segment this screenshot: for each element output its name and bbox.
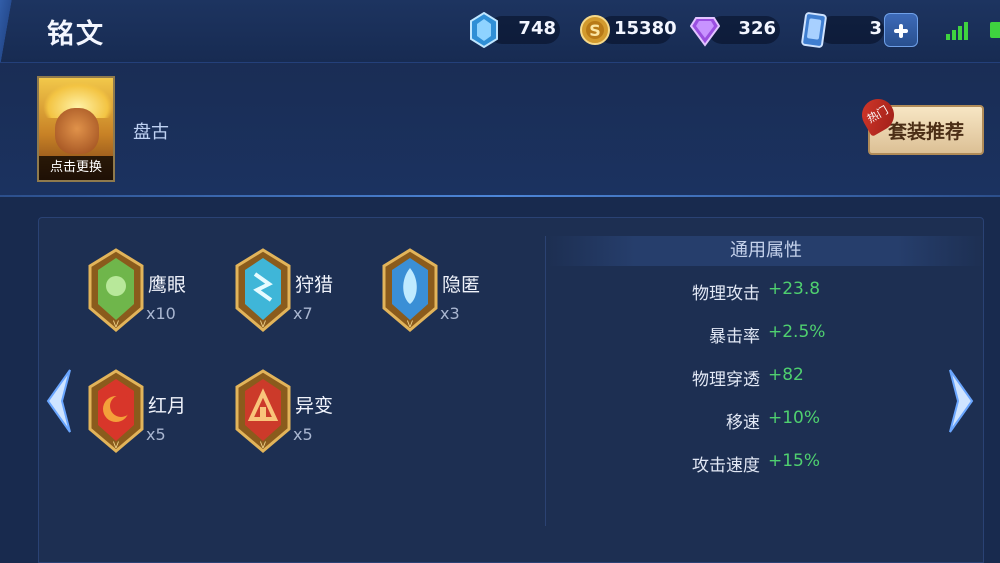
svg-text:V: V	[260, 320, 267, 330]
hunt-rune-icon: V	[235, 248, 291, 332]
rune-count: x5	[293, 425, 313, 444]
attribute-row: 物理穿透	[600, 365, 760, 390]
hero-face	[55, 108, 99, 154]
diamond-value: 748	[518, 18, 556, 39]
rune-name: 狩猎	[295, 274, 334, 296]
resource-card: 3	[800, 12, 884, 48]
gold-coin-icon: S	[580, 15, 610, 45]
attribute-name: 移速	[726, 413, 760, 433]
rune-count: x5	[146, 425, 166, 444]
rune-item-mutation[interactable]: V 异变 x5	[235, 369, 355, 455]
gold-value: 15380	[614, 18, 677, 39]
gem-value: 326	[738, 18, 776, 39]
red-moon-rune-icon: V	[88, 369, 144, 453]
rune-count: x10	[146, 304, 176, 323]
attribute-value-row: +82	[768, 365, 888, 389]
battery-icon	[990, 22, 1000, 38]
attribute-value-row: +2.5%	[768, 322, 888, 346]
rune-item-hawkeye[interactable]: V 鹰眼 x10	[88, 248, 208, 334]
card-icon	[801, 12, 827, 48]
stealth-rune-icon: V	[382, 248, 438, 332]
attributes-title: 通用属性	[548, 236, 984, 266]
hawkeye-rune-icon: V	[88, 248, 144, 332]
chevron-left-icon[interactable]	[40, 366, 76, 436]
attribute-row: 暴击率	[600, 322, 760, 347]
hero-row: 点击更换 盘古 套装推荐 热门	[0, 63, 1000, 197]
signal-icon	[946, 22, 968, 40]
attribute-value: +2.5%	[768, 322, 826, 342]
top-bar: 铭文 748 S 15380 326 3	[0, 0, 1000, 63]
attribute-name: 物理穿透	[692, 370, 760, 390]
attribute-value-row: +15%	[768, 451, 888, 475]
rune-count: x7	[293, 304, 313, 323]
purple-gem-icon	[690, 17, 720, 47]
svg-text:V: V	[407, 320, 414, 330]
attribute-row: 攻击速度	[600, 451, 760, 476]
hero-name: 盘古	[133, 122, 169, 143]
rune-name: 鹰眼	[148, 274, 187, 296]
rune-name: 异变	[295, 395, 334, 417]
attribute-row: 移速	[600, 408, 760, 433]
attribute-row: 物理攻击	[600, 279, 760, 304]
back-decoration[interactable]	[0, 0, 18, 62]
attribute-name: 暴击率	[709, 327, 760, 347]
add-card-button[interactable]	[884, 13, 918, 47]
panel-divider	[545, 236, 546, 526]
rune-name: 红月	[148, 395, 187, 417]
rune-item-hunt[interactable]: V 狩猎 x7	[235, 248, 355, 334]
attribute-value-row: +23.8	[768, 279, 888, 303]
attribute-name: 物理攻击	[692, 284, 760, 304]
resource-diamond: 748	[470, 12, 560, 48]
svg-text:S: S	[589, 21, 601, 40]
attribute-value-row: +10%	[768, 408, 888, 432]
diamond-icon	[470, 12, 498, 48]
rune-item-redmoon[interactable]: V 红月 x5	[88, 369, 208, 455]
resource-gem: 326	[690, 12, 780, 48]
attribute-value: +23.8	[768, 279, 821, 299]
resource-gold: S 15380	[580, 12, 677, 48]
chevron-right-icon[interactable]	[944, 366, 980, 436]
attribute-value: +15%	[768, 451, 821, 471]
svg-text:V: V	[113, 320, 120, 330]
svg-text:V: V	[113, 441, 120, 451]
hero-avatar[interactable]: 点击更换	[37, 76, 115, 182]
rune-item-stealth[interactable]: V 隐匿 x3	[382, 248, 502, 334]
attribute-name: 攻击速度	[692, 456, 760, 476]
attribute-value: +82	[768, 365, 804, 385]
attribute-value: +10%	[768, 408, 821, 428]
rune-count: x3	[440, 304, 460, 323]
svg-text:V: V	[260, 441, 267, 451]
rune-name: 隐匿	[442, 274, 481, 296]
mutation-rune-icon: V	[235, 369, 291, 453]
change-hero-label[interactable]: 点击更换	[39, 156, 113, 180]
card-value: 3	[869, 18, 882, 39]
page-title: 铭文	[47, 19, 105, 50]
